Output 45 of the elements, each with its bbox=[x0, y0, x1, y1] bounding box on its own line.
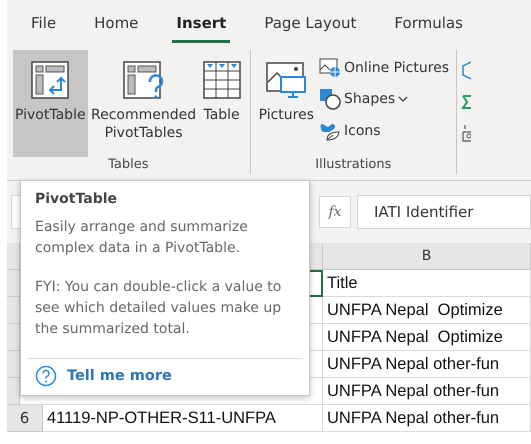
tooltip-title: PivotTable bbox=[34, 191, 118, 209]
table-cell: Title bbox=[323, 270, 531, 297]
column-header[interactable] bbox=[310, 243, 323, 270]
table-cell: UNFPA Nepal other-fun bbox=[323, 378, 531, 405]
ribbon-tab[interactable]: Insert bbox=[172, 8, 230, 42]
table-cell: UNFPA Nepal Optimize bbox=[323, 324, 531, 351]
tooltip-text: Easily arrange and summarize complex data in a PivotTable. bbox=[35, 218, 249, 258]
formula-input[interactable]: IATI Identifier bbox=[357, 195, 531, 229]
pivot-table-icon bbox=[30, 60, 70, 100]
ribbon-tab[interactable]: Home bbox=[90, 8, 142, 42]
ribbon-tab[interactable]: File bbox=[27, 8, 60, 42]
row-header[interactable] bbox=[7, 270, 20, 297]
row-header[interactable] bbox=[7, 351, 20, 378]
column-header[interactable]: B bbox=[323, 243, 531, 270]
table-cell: UNFPA Nepal other-fun bbox=[323, 405, 531, 432]
insert-function-button[interactable]: fx bbox=[319, 196, 351, 228]
ribbon-button[interactable]: Online Pictures bbox=[318, 56, 450, 80]
table-cell: UNFPA Nepal other-fun bbox=[323, 351, 531, 378]
ribbon-button[interactable]: Pictures bbox=[256, 50, 316, 157]
shapes-icon bbox=[319, 88, 342, 110]
row-header[interactable]: 6 bbox=[7, 405, 43, 432]
row-header[interactable] bbox=[7, 378, 20, 405]
caret-icon bbox=[398, 95, 408, 103]
ribbon-button[interactable]: Recommended PivotTables bbox=[90, 50, 198, 157]
ribbon-tab[interactable]: Page Layout bbox=[260, 8, 360, 42]
online-picture-icon bbox=[319, 58, 342, 78]
row-header[interactable] bbox=[7, 297, 20, 324]
ribbon-button[interactable]: Table bbox=[200, 50, 244, 157]
picture-monitor-icon bbox=[265, 60, 308, 100]
select-all-corner[interactable] bbox=[7, 243, 20, 270]
ribbon-button[interactable]: Shapes bbox=[318, 86, 450, 112]
ribbon-button[interactable]: PivotTable bbox=[13, 50, 88, 157]
table-cell: 41119-NP-OTHER-S11-UNFPA bbox=[43, 405, 323, 432]
pivot-table-question-icon bbox=[122, 60, 166, 100]
ribbon-button[interactable]: Icons bbox=[318, 118, 450, 144]
group-label: Tables bbox=[108, 157, 148, 174]
help-icon bbox=[35, 365, 57, 387]
group-label: Illustrations bbox=[315, 157, 392, 174]
ribbon-tab[interactable]: Formulas bbox=[390, 8, 467, 42]
table-icon bbox=[202, 60, 242, 100]
tooltip-text: FYI: You can double-click a value to see which detailed values make up the summarized total. bbox=[35, 278, 282, 339]
tell-me-more-link[interactable]: Tell me more bbox=[67, 368, 172, 384]
row-header[interactable] bbox=[7, 324, 20, 351]
name-box[interactable] bbox=[11, 195, 21, 229]
table-cell: UNFPA Nepal Optimize bbox=[323, 297, 531, 324]
